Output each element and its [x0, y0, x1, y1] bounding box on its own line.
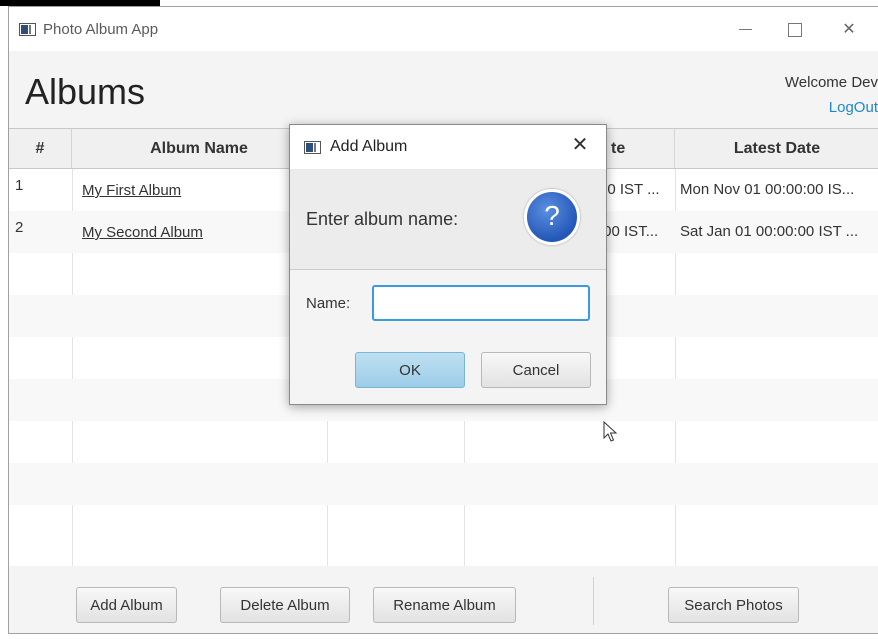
- search-photos-button[interactable]: Search Photos: [668, 587, 799, 623]
- latest-date-cell: Mon Nov 01 00:00:00 IS...: [680, 181, 855, 198]
- minimize-icon: [738, 29, 752, 31]
- dialog-message: Enter album name:: [306, 209, 459, 229]
- close-icon: ✕: [571, 134, 589, 156]
- name-label: Name:: [306, 295, 351, 312]
- delete-album-button[interactable]: Delete Album: [220, 587, 350, 623]
- ok-button[interactable]: OK: [355, 352, 465, 388]
- empty-row: [9, 463, 878, 505]
- logout-link[interactable]: LogOut: [829, 99, 878, 116]
- dialog-close-button[interactable]: ✕: [568, 133, 592, 157]
- app-window-icon: [304, 141, 321, 154]
- maximize-icon: [788, 22, 802, 37]
- maximize-button[interactable]: [772, 13, 818, 47]
- app-window-icon: [19, 23, 36, 36]
- empty-row: [9, 505, 878, 547]
- toolbar-separator: [593, 577, 594, 625]
- window-close-button[interactable]: ✕: [826, 13, 872, 47]
- add-album-dialog: Add Album ✕ Enter album name: ? Name: OK…: [289, 124, 607, 405]
- minimize-button[interactable]: [722, 13, 768, 47]
- row-number: 1: [15, 177, 24, 194]
- dialog-title-bar: Add Album ✕: [290, 125, 606, 169]
- column-header-latest-date[interactable]: Latest Date: [675, 129, 878, 168]
- album-name-input[interactable]: [372, 285, 590, 321]
- close-icon: ✕: [842, 21, 856, 38]
- add-album-button[interactable]: Add Album: [76, 587, 177, 623]
- column-header-number[interactable]: #: [9, 129, 72, 168]
- row-number: 2: [15, 219, 24, 236]
- title-bar: Photo Album App ✕: [9, 7, 878, 51]
- cancel-button[interactable]: Cancel: [481, 352, 591, 388]
- dialog-title: Add Album: [330, 138, 408, 155]
- window-title: Photo Album App: [43, 21, 159, 38]
- empty-row: [9, 421, 878, 463]
- page-title: Albums: [25, 71, 146, 112]
- dialog-header: Enter album name: ?: [290, 169, 606, 270]
- welcome-text: Welcome Dev: [784, 74, 878, 91]
- footer-toolbar: Add Album Delete Album Rename Album Sear…: [9, 566, 878, 633]
- mouse-cursor-icon: [603, 421, 617, 442]
- question-icon: ?: [524, 189, 580, 245]
- latest-date-cell: Sat Jan 01 00:00:00 IST ...: [680, 223, 859, 240]
- rename-album-button[interactable]: Rename Album: [373, 587, 516, 623]
